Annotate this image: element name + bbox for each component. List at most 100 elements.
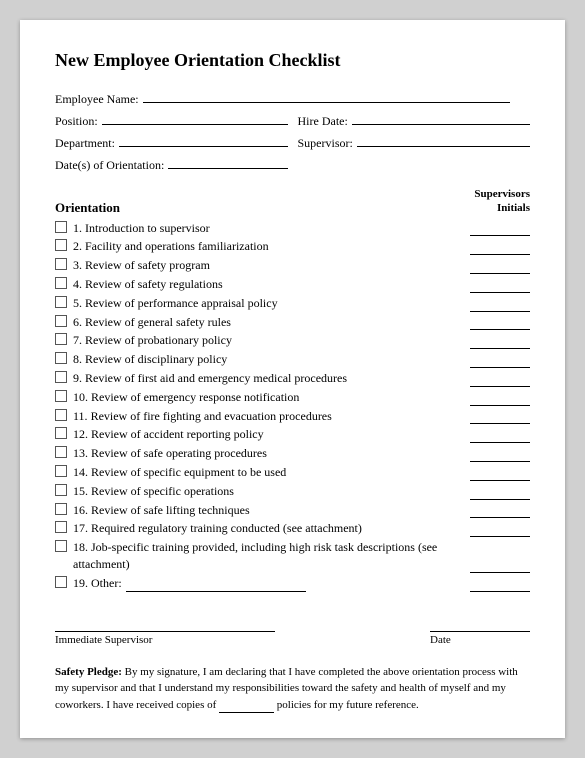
checklist-item: 6.Review of general safety rules	[55, 314, 530, 331]
dates-field[interactable]	[168, 155, 288, 169]
item-text: 5.Review of performance appraisal policy	[73, 295, 462, 312]
checkbox[interactable]	[55, 315, 67, 327]
checkbox[interactable]	[55, 409, 67, 421]
item-number: 18.	[73, 540, 88, 554]
checkbox[interactable]	[55, 371, 67, 383]
initials-line[interactable]	[470, 222, 530, 236]
hire-date-label: Hire Date:	[298, 114, 348, 129]
checklist-item: 19.Other:	[55, 575, 530, 592]
initials-line[interactable]	[470, 467, 530, 481]
item-label: Review of accident reporting policy	[91, 427, 264, 441]
position-hiredate-row: Position: Hire Date:	[55, 111, 530, 129]
checkbox[interactable]	[55, 221, 67, 233]
item-number: 7.	[73, 333, 82, 347]
other-field[interactable]	[126, 579, 306, 592]
checklist-item: 4.Review of safety regulations	[55, 276, 530, 293]
checkbox[interactable]	[55, 465, 67, 477]
item-number: 9.	[73, 371, 82, 385]
checkbox[interactable]	[55, 427, 67, 439]
initials-line[interactable]	[470, 354, 530, 368]
checklist-item: 17.Required regulatory training conducte…	[55, 520, 530, 537]
supervisor-group: Supervisor:	[298, 133, 531, 151]
checkbox[interactable]	[55, 352, 67, 364]
initials-line[interactable]	[470, 335, 530, 349]
initials-line[interactable]	[470, 373, 530, 387]
item-text: 13.Review of safe operating procedures	[73, 445, 462, 462]
checkbox[interactable]	[55, 390, 67, 402]
safety-pledge: Safety Pledge: By my signature, I am dec…	[55, 664, 530, 714]
checkbox[interactable]	[55, 277, 67, 289]
checkbox[interactable]	[55, 484, 67, 496]
item-label: Required regulatory training conducted (…	[91, 521, 362, 535]
item-label: Review of safety program	[85, 258, 210, 272]
initials-line[interactable]	[470, 279, 530, 293]
date-sig-block: Date	[430, 614, 530, 646]
initials-line[interactable]	[470, 448, 530, 462]
dates-label: Date(s) of Orientation:	[55, 158, 164, 173]
checkbox[interactable]	[55, 446, 67, 458]
item-number: 11.	[73, 409, 88, 423]
checkbox[interactable]	[55, 503, 67, 515]
item-number: 1.	[73, 221, 82, 235]
hire-date-field[interactable]	[352, 111, 530, 125]
checkbox[interactable]	[55, 258, 67, 270]
item-label: Facility and operations familiarization	[85, 239, 269, 253]
item-label: Review of safe operating procedures	[91, 446, 267, 460]
orientation-label: Orientation	[55, 200, 120, 216]
date-sig-line[interactable]	[430, 614, 530, 632]
checklist-item: 13.Review of safe operating procedures	[55, 445, 530, 462]
employee-name-row: Employee Name:	[55, 89, 530, 107]
checkbox[interactable]	[55, 576, 67, 588]
supervisors-initials-header: Supervisors Initials	[474, 187, 530, 216]
item-number: 3.	[73, 258, 82, 272]
position-label: Position:	[55, 114, 98, 129]
initials-line[interactable]	[470, 260, 530, 274]
item-text: 7.Review of probationary policy	[73, 332, 462, 349]
initials-line[interactable]	[470, 523, 530, 537]
checklist-item: 3.Review of safety program	[55, 257, 530, 274]
dates-row: Date(s) of Orientation:	[55, 155, 530, 173]
item-text: 12.Review of accident reporting policy	[73, 426, 462, 443]
initials-line[interactable]	[470, 429, 530, 443]
initials-line[interactable]	[470, 316, 530, 330]
dept-supervisor-row: Department: Supervisor:	[55, 133, 530, 151]
item-text: 2.Facility and operations familiarizatio…	[73, 238, 462, 255]
supervisor-sig-line[interactable]	[55, 614, 275, 632]
item-label: Review of probationary policy	[85, 333, 232, 347]
department-label: Department:	[55, 136, 115, 151]
initials-line[interactable]	[470, 559, 530, 573]
item-label: Job-specific training provided, includin…	[73, 540, 437, 571]
item-text: 18.Job-specific training provided, inclu…	[73, 539, 462, 573]
item-label: Review of specific operations	[91, 484, 234, 498]
signature-area: Immediate Supervisor Date	[55, 614, 530, 646]
checkbox[interactable]	[55, 540, 67, 552]
item-label: Review of safety regulations	[85, 277, 223, 291]
initials-line[interactable]	[470, 578, 530, 592]
page-title: New Employee Orientation Checklist	[55, 50, 530, 71]
checkbox[interactable]	[55, 239, 67, 251]
item-label: Review of performance appraisal policy	[85, 296, 278, 310]
date-sig-label: Date	[430, 634, 530, 646]
checklist-section: Orientation Supervisors Initials 1.Intro…	[55, 187, 530, 592]
initials-line[interactable]	[470, 486, 530, 500]
checkbox[interactable]	[55, 521, 67, 533]
supervisor-field[interactable]	[357, 133, 530, 147]
initials-line[interactable]	[470, 410, 530, 424]
checkbox[interactable]	[55, 333, 67, 345]
page: New Employee Orientation Checklist Emplo…	[20, 20, 565, 738]
initials-line[interactable]	[470, 504, 530, 518]
checklist-item: 18.Job-specific training provided, inclu…	[55, 539, 530, 573]
checkbox[interactable]	[55, 296, 67, 308]
checklist-item: 1.Introduction to supervisor	[55, 220, 530, 237]
checklist-item: 12.Review of accident reporting policy	[55, 426, 530, 443]
item-text: 9.Review of first aid and emergency medi…	[73, 370, 462, 387]
initials-line[interactable]	[470, 298, 530, 312]
employee-name-field[interactable]	[143, 89, 510, 103]
safety-pledge-blank[interactable]	[219, 700, 274, 713]
department-field[interactable]	[119, 133, 288, 147]
initials-line[interactable]	[470, 392, 530, 406]
initials-line[interactable]	[470, 241, 530, 255]
position-field[interactable]	[102, 111, 288, 125]
item-label: Review of safe lifting techniques	[91, 503, 250, 517]
item-label: Review of specific equipment to be used	[91, 465, 286, 479]
